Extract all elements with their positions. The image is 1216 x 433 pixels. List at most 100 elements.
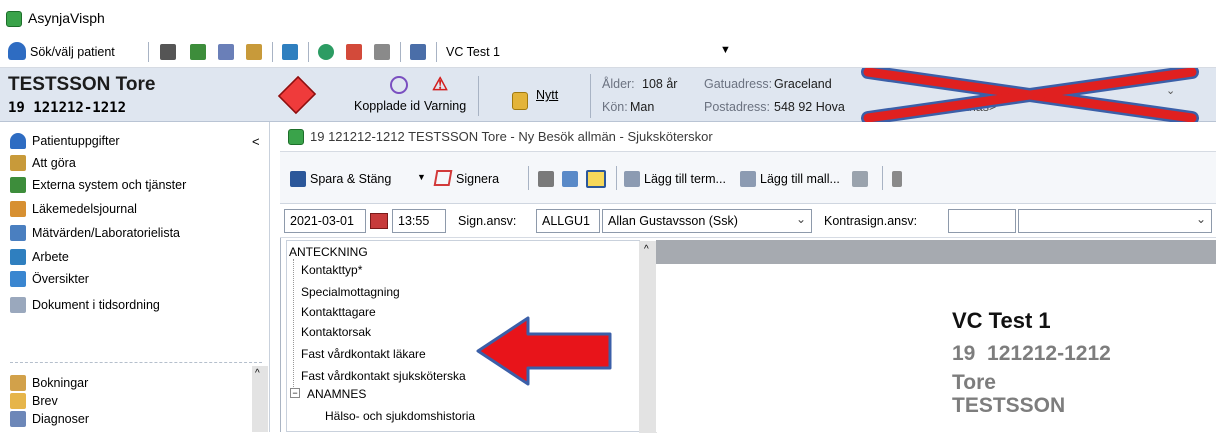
tree-item-fast-vardkontakt-lakare[interactable]: Fast vårdkontakt läkare (301, 347, 426, 361)
nav-item-label: Diagnoser (32, 412, 89, 426)
sign-resp-code-field[interactable]: ALLGU1 (536, 209, 600, 233)
calendar-picker-icon[interactable] (370, 213, 388, 229)
search-patient-icon[interactable] (8, 42, 26, 60)
nav-scroll-area: Bokningar Brev Diagnoser ^ (0, 366, 268, 432)
tree-item-halso-sjukdomshistoria[interactable]: Hälso- och sjukdomshistoria (325, 409, 475, 423)
tree-item-specialmottagning[interactable]: Specialmottagning (301, 285, 400, 299)
save-dropdown-icon[interactable]: ▼ (417, 172, 426, 182)
cosign-name-select[interactable] (1018, 209, 1212, 233)
person-icon (10, 133, 26, 149)
nav-scrollbar[interactable]: ^ (252, 366, 268, 432)
tree-section-anamnes[interactable]: ANAMNES (307, 387, 366, 401)
nav-item-label: Arbete (32, 250, 69, 264)
lab-icon (10, 225, 26, 241)
search-patient-button[interactable]: Sök/välj patient (30, 45, 115, 59)
redaction-cross (861, 68, 1199, 122)
cosign-code-field[interactable] (948, 209, 1016, 233)
postal-value: 548 92 Hova (774, 100, 845, 114)
sign-resp-label: Sign.ansv: (458, 214, 517, 228)
medication-icon (10, 201, 26, 217)
nav-item-arbete[interactable]: Arbete (10, 246, 69, 268)
nav-item-label: Mätvärden/Laboratorielista (32, 226, 180, 240)
preview-last-name: TESTSSON (952, 394, 1066, 417)
letter-icon (10, 393, 26, 409)
add-term-icon[interactable] (624, 171, 640, 187)
nav-item-label: Att göra (32, 156, 76, 170)
add-template-button[interactable]: Lägg till mall... (760, 172, 840, 186)
presentation-icon[interactable] (282, 44, 298, 60)
nav-item-att-gora[interactable]: Att göra (10, 152, 76, 174)
time-field[interactable]: 13:55 (392, 209, 446, 233)
comment-icon[interactable] (374, 44, 390, 60)
grid-icon[interactable] (218, 44, 234, 60)
nav-item-dokument[interactable]: Dokument i tidsordning (10, 294, 160, 316)
document-toolbar: Spara & Stäng ▼ Signera Lägg till term..… (280, 152, 1216, 204)
main-toolbar: Sök/välj patient VC Test 1 ▼ (0, 36, 1216, 68)
sign-resp-dropdown-icon[interactable]: ⌄ (796, 212, 806, 226)
new-button[interactable]: Nytt (536, 88, 558, 102)
globe-icon[interactable] (318, 44, 334, 60)
document-logo-icon (288, 129, 304, 145)
add-term-button[interactable]: Lägg till term... (644, 172, 726, 186)
age-value: 108 år (642, 77, 678, 91)
tree-scrollbar[interactable]: ^ (639, 241, 657, 433)
print-icon[interactable] (538, 171, 554, 187)
warning-button[interactable]: Varning (424, 99, 466, 113)
checklist-icon (10, 155, 26, 171)
date-field[interactable]: 2021-03-01 (284, 209, 366, 233)
save-icon[interactable] (290, 171, 306, 187)
save-close-button[interactable]: Spara & Stäng (310, 172, 391, 186)
tree-item-kontakttyp[interactable]: Kontakttyp* (301, 263, 362, 277)
unit-selector[interactable]: VC Test 1 (446, 45, 500, 59)
patient-header: TESTSSON Tore 19 121212-1212 Kopplade id… (0, 68, 1216, 122)
screen-icon[interactable] (852, 171, 868, 187)
linked-id-button[interactable]: Kopplade id (354, 99, 420, 113)
nav-item-label: Bokningar (32, 376, 89, 390)
calculator-icon[interactable] (160, 44, 176, 60)
annotation-arrow (476, 316, 612, 386)
tree-root-anteckning[interactable]: ANTECKNING (289, 245, 368, 259)
nav-item-externa-system[interactable]: Externa system och tjänster (10, 174, 186, 196)
nav-item-label: Översikter (32, 272, 89, 286)
tree-item-fast-vardkontakt-ssk[interactable]: Fast vårdkontakt sjuksköterska (301, 369, 466, 383)
document-preview: VC Test 1 19 121212-1212 Tore TESTSSON (656, 240, 1216, 432)
monitor-icon[interactable] (410, 44, 426, 60)
sign-icon[interactable] (433, 170, 453, 186)
nav-item-matvarden[interactable]: Mätvärden/Laboratorielista (10, 222, 180, 244)
layout-toggle-icon[interactable] (586, 170, 606, 188)
unit-dropdown-icon[interactable]: ▼ (720, 44, 731, 56)
linked-id-icon[interactable] (390, 76, 408, 94)
speaker-icon[interactable] (892, 171, 902, 187)
add-template-icon[interactable] (740, 171, 756, 187)
document-fields-row: 2021-03-01 13:55 Sign.ansv: ALLGU1 Allan… (280, 204, 1216, 238)
nav-item-diagnoser[interactable]: Diagnoser (10, 408, 89, 430)
medical-alert-icon[interactable] (277, 75, 317, 115)
preview-icon[interactable] (562, 171, 578, 187)
new-lock-icon[interactable] (512, 92, 528, 110)
cosign-dropdown-icon[interactable]: ⌄ (1196, 212, 1206, 226)
street-value: Graceland (774, 77, 832, 91)
collapse-nav-button[interactable]: < (252, 134, 260, 149)
nav-item-lakemedelsjournal[interactable]: Läkemedelsjournal (10, 198, 137, 220)
tree-item-kontakttagare[interactable]: Kontakttagare (301, 305, 376, 319)
preview-unit: VC Test 1 (952, 308, 1051, 333)
tree-collapse-icon[interactable]: − (290, 388, 300, 398)
sign-button[interactable]: Signera (456, 172, 499, 186)
scroll-up-icon[interactable]: ^ (255, 368, 260, 379)
tree-item-kontaktorsak[interactable]: Kontaktorsak (301, 325, 371, 339)
nav-item-patientuppgifter[interactable]: Patientuppgifter (10, 130, 120, 152)
add-window-icon[interactable] (346, 44, 362, 60)
document-icon (10, 297, 26, 313)
title-bar: AsynjaVisph (0, 0, 1216, 36)
nav-item-oversikter[interactable]: Översikter (10, 268, 89, 290)
nav-item-label: Patientuppgifter (32, 134, 120, 148)
checklist-toolbar-icon[interactable] (246, 44, 262, 60)
street-label: Gatuadress: (704, 77, 773, 91)
work-icon (10, 249, 26, 265)
diagnosis-icon (10, 411, 26, 427)
warning-icon[interactable]: ⚠ (432, 74, 448, 95)
nav-item-label: Externa system och tjänster (32, 178, 187, 192)
chart-icon[interactable] (190, 44, 206, 60)
sign-resp-name-select[interactable]: Allan Gustavsson (Ssk) (602, 209, 812, 233)
tree-scroll-up-icon[interactable]: ^ (644, 244, 649, 255)
